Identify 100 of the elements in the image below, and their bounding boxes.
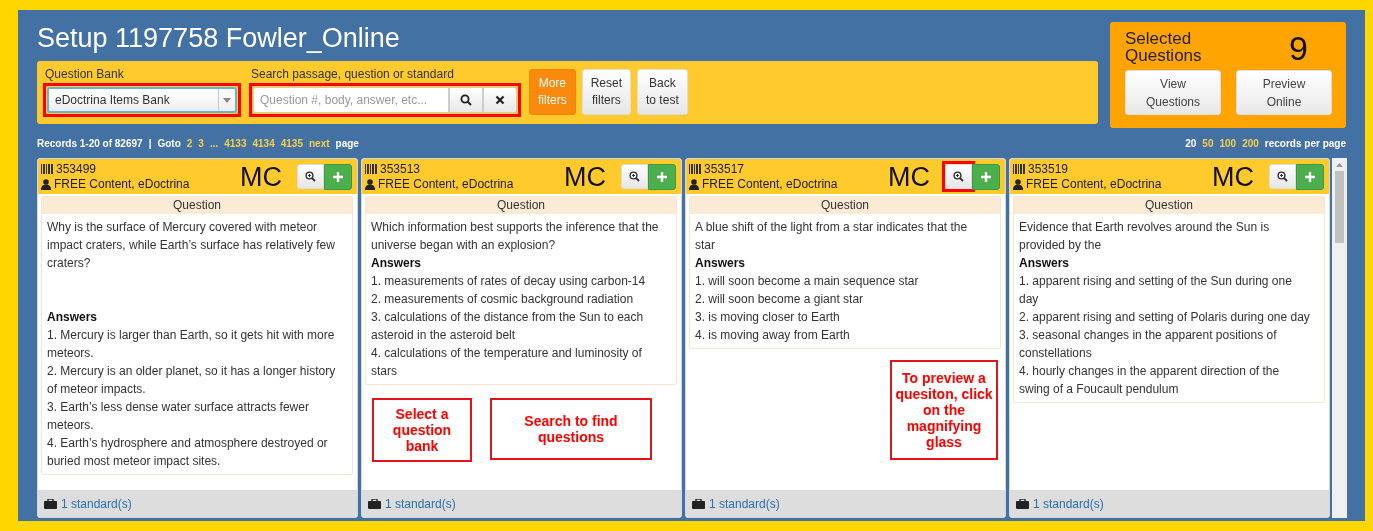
caret-icon — [223, 97, 231, 103]
standards-link[interactable]: 1 standard(s) — [1033, 496, 1104, 511]
answer-option: 1. will soon become a main sequence star — [695, 272, 988, 290]
question-id: 353513 — [380, 161, 421, 177]
author-text: FREE Content, eDoctrina — [54, 176, 190, 192]
page-link[interactable]: 2 — [186, 137, 193, 149]
page-label: page — [335, 137, 359, 149]
barcode-icon — [689, 164, 701, 174]
standards-link[interactable]: 1 standard(s) — [385, 496, 456, 511]
records-count: Records 1-20 of 82697 — [37, 137, 143, 149]
per-page-link[interactable]: 50 — [1202, 137, 1214, 149]
zoom-icon — [1277, 171, 1288, 182]
add-button[interactable] — [324, 163, 352, 190]
preview-button[interactable] — [1269, 164, 1296, 189]
question-type: MC — [240, 161, 282, 192]
question-text: A blue shift of the light from a star indicates that the star — [695, 219, 969, 254]
preview-button[interactable] — [621, 164, 648, 189]
plus-icon — [1305, 171, 1315, 182]
answer-option: 1. apparent rising and setting of the Sun during one day — [1019, 272, 1312, 308]
panel-button[interactable]: Preview Online — [1236, 70, 1332, 115]
author-text: FREE Content, eDoctrina — [702, 176, 838, 192]
per-page-link[interactable]: 200 — [1242, 137, 1259, 149]
question-type: MC — [888, 161, 930, 192]
page-link[interactable]: 4134 — [252, 137, 275, 149]
search-field[interactable]: Question #, body, answer, etc... — [253, 87, 449, 113]
scroll-up-icon — [1336, 163, 1343, 167]
question-bank-dropdown[interactable]: eDoctrina Items Bank — [47, 87, 237, 113]
callout-note: Select a question bank — [372, 398, 472, 462]
filter-button[interactable]: Back to test — [637, 69, 688, 115]
answer-option: 3. calculations of the distance from the Sun to each asteroid in the asteroid belt — [371, 308, 664, 344]
plus-icon — [981, 171, 991, 182]
user-icon — [41, 178, 51, 190]
per-page-link[interactable]: 100 — [1219, 137, 1237, 149]
page-link[interactable]: 4135 — [280, 137, 303, 149]
answer-option: 3. seasonal changes in the apparent positions of constellations — [1019, 326, 1312, 362]
answers-heading: Answers — [47, 309, 99, 326]
author-text: FREE Content, eDoctrina — [378, 176, 514, 192]
answer-option: 4. calculations of the temperature and luminosity of stars — [371, 344, 664, 380]
user-icon — [689, 178, 699, 190]
plus-icon — [333, 171, 343, 182]
question-id: 353499 — [56, 161, 97, 177]
user-icon — [365, 178, 375, 190]
section-heading: Question — [690, 197, 1000, 214]
page-link[interactable]: 3 — [198, 137, 204, 149]
question-text: Which information best supports the inference that the universe began with an explosion? — [371, 219, 660, 254]
search-button[interactable] — [449, 87, 483, 113]
callout-note: To preview a quesiton, click on the magnifying glass — [890, 360, 998, 460]
clear-button[interactable] — [483, 87, 517, 113]
briefcase-icon — [1016, 498, 1029, 509]
author-text: FREE Content, eDoctrina — [1026, 176, 1162, 192]
per-page-label: records per page — [1264, 137, 1346, 149]
section-heading: Question — [366, 197, 676, 214]
answer-option: 4. hourly changes in the apparent direction of the swing of a Foucault pendulum — [1019, 362, 1312, 398]
barcode-icon — [41, 164, 53, 174]
page-link[interactable]: ... — [209, 137, 219, 149]
section-heading: Question — [42, 197, 352, 214]
barcode-icon — [365, 164, 377, 174]
scrollbar[interactable] — [1332, 158, 1347, 518]
scroll-thumb[interactable] — [1335, 171, 1344, 243]
preview-button[interactable] — [297, 164, 324, 189]
answers-heading: Answers — [371, 255, 423, 272]
answer-option: 3. is moving closer to Earth — [695, 308, 988, 326]
plus-icon — [657, 171, 667, 182]
answer-option: 2. apparent rising and setting of Polaris during one day — [1019, 308, 1312, 326]
panel-label: Selected Questions — [1125, 30, 1203, 64]
add-button[interactable] — [1296, 163, 1324, 190]
page-link[interactable]: next — [309, 137, 330, 149]
close-icon — [495, 95, 505, 105]
add-button[interactable] — [648, 163, 676, 190]
panel-button[interactable]: View Questions — [1125, 70, 1221, 115]
answers-heading: Answers — [1019, 255, 1071, 272]
per-page-link[interactable]: 20 — [1185, 137, 1197, 149]
section-heading: Question — [1014, 197, 1324, 214]
answer-option: 1. Mercury is larger than Earth, so it gets hit with more meteors. — [47, 326, 340, 362]
goto-label: Goto — [157, 137, 181, 149]
question-type: MC — [1212, 161, 1254, 192]
user-icon — [1013, 178, 1023, 190]
question-id: 353517 — [704, 161, 745, 177]
answer-option: 2. Mercury is an older planet, so it has a longer history of meteor impacts. — [47, 362, 340, 398]
question-text: Evidence that Earth revolves around the Sun is provided by the — [1019, 219, 1271, 254]
filter-button[interactable]: Reset filters — [581, 69, 632, 115]
page-link[interactable]: 4133 — [224, 137, 247, 149]
zoom-icon — [305, 171, 316, 182]
selected-count: 9 — [1289, 30, 1308, 66]
search-icon — [460, 94, 472, 106]
briefcase-icon — [44, 498, 57, 509]
question-text: Why is the surface of Mercury covered with meteor impact craters, while Earth’s surface has relatively few craters? — [47, 219, 336, 272]
standards-link[interactable]: 1 standard(s) — [709, 496, 780, 511]
briefcase-icon — [692, 498, 705, 509]
standards-link[interactable]: 1 standard(s) — [61, 496, 132, 511]
answer-option: 2. measurements of cosmic background radiation — [371, 290, 664, 308]
field-label: Search passage, question or standard — [251, 67, 455, 81]
separator-text: | — [148, 137, 152, 149]
answer-option: 4. Earth’s hydrosphere and atmosphere destroyed or buried most meteor impact sites. — [47, 434, 340, 470]
question-id: 353519 — [1028, 161, 1069, 177]
add-button[interactable] — [972, 163, 1000, 190]
callout-note: Search to find questions — [490, 398, 652, 460]
filter-button[interactable]: More filters — [529, 69, 576, 115]
barcode-icon — [1013, 164, 1025, 174]
answer-option: 3. Earth’s less dense water surface attracts fewer meteors. — [47, 398, 340, 434]
